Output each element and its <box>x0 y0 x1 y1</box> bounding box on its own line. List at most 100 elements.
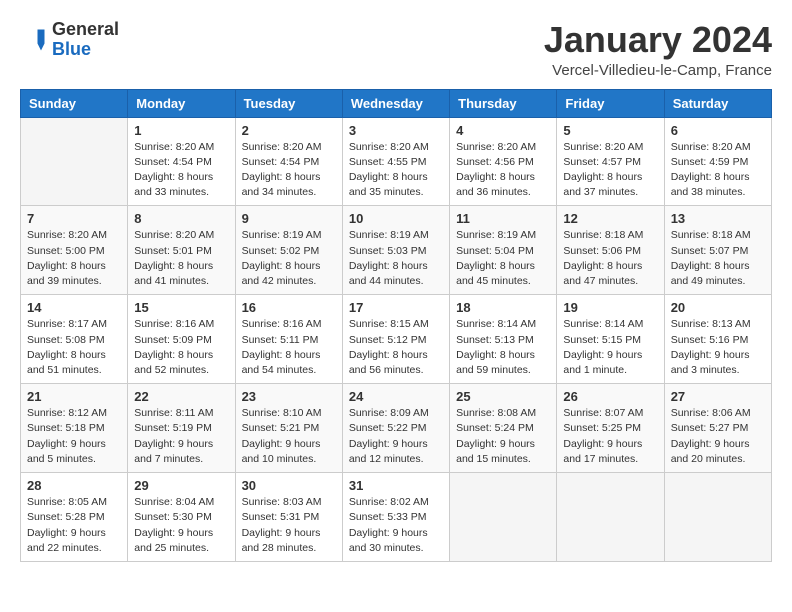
day-number: 7 <box>27 211 121 226</box>
day-detail: Sunrise: 8:20 AMSunset: 5:00 PMDaylight:… <box>27 228 121 289</box>
day-number: 10 <box>349 211 443 226</box>
day-detail: Sunrise: 8:04 AMSunset: 5:30 PMDaylight:… <box>134 495 228 556</box>
calendar-cell: 10 Sunrise: 8:19 AMSunset: 5:03 PMDayligh… <box>342 206 449 295</box>
calendar-cell: 13 Sunrise: 8:18 AMSunset: 5:07 PMDayligh… <box>664 206 771 295</box>
calendar-cell: 23 Sunrise: 8:10 AMSunset: 5:21 PMDayligh… <box>235 384 342 473</box>
calendar-header: SundayMondayTuesdayWednesdayThursdayFrid… <box>21 89 772 117</box>
day-detail: Sunrise: 8:10 AMSunset: 5:21 PMDaylight:… <box>242 406 336 467</box>
calendar-cell: 25 Sunrise: 8:08 AMSunset: 5:24 PMDayligh… <box>450 384 557 473</box>
calendar-cell: 29 Sunrise: 8:04 AMSunset: 5:30 PMDayligh… <box>128 473 235 562</box>
day-number: 3 <box>349 123 443 138</box>
day-detail: Sunrise: 8:18 AMSunset: 5:07 PMDaylight:… <box>671 228 765 289</box>
calendar-week-row: 21 Sunrise: 8:12 AMSunset: 5:18 PMDayligh… <box>21 384 772 473</box>
header-day: Monday <box>128 89 235 117</box>
calendar-cell: 19Sunrise: 8:14 AMSunset: 5:15 PMDayligh… <box>557 295 664 384</box>
day-number: 25 <box>456 389 550 404</box>
header-day: Sunday <box>21 89 128 117</box>
calendar-cell: 2 Sunrise: 8:20 AMSunset: 4:54 PMDaylight… <box>235 117 342 206</box>
day-number: 17 <box>349 300 443 315</box>
day-detail: Sunrise: 8:09 AMSunset: 5:22 PMDaylight:… <box>349 406 443 467</box>
day-number: 21 <box>27 389 121 404</box>
day-detail: Sunrise: 8:03 AMSunset: 5:31 PMDaylight:… <box>242 495 336 556</box>
logo-text: General Blue <box>52 20 119 60</box>
day-number: 9 <box>242 211 336 226</box>
header-day: Saturday <box>664 89 771 117</box>
page-header: General Blue January 2024 Vercel-Villedi… <box>20 20 772 79</box>
day-number: 12 <box>563 211 657 226</box>
month-title: January 2024 <box>544 20 772 60</box>
calendar-cell: 1 Sunrise: 8:20 AMSunset: 4:54 PMDaylight… <box>128 117 235 206</box>
day-detail: Sunrise: 8:15 AMSunset: 5:12 PMDaylight:… <box>349 317 443 378</box>
day-detail: Sunrise: 8:18 AMSunset: 5:06 PMDaylight:… <box>563 228 657 289</box>
day-detail: Sunrise: 8:19 AMSunset: 5:03 PMDaylight:… <box>349 228 443 289</box>
logo: General Blue <box>20 20 119 60</box>
header-row: SundayMondayTuesdayWednesdayThursdayFrid… <box>21 89 772 117</box>
calendar-cell: 3 Sunrise: 8:20 AMSunset: 4:55 PMDaylight… <box>342 117 449 206</box>
day-detail: Sunrise: 8:11 AMSunset: 5:19 PMDaylight:… <box>134 406 228 467</box>
calendar-cell: 26 Sunrise: 8:07 AMSunset: 5:25 PMDayligh… <box>557 384 664 473</box>
calendar-cell <box>557 473 664 562</box>
day-detail: Sunrise: 8:13 AMSunset: 5:16 PMDaylight:… <box>671 317 765 378</box>
day-number: 22 <box>134 389 228 404</box>
calendar-cell: 28Sunrise: 8:05 AMSunset: 5:28 PMDayligh… <box>21 473 128 562</box>
day-detail: Sunrise: 8:07 AMSunset: 5:25 PMDaylight:… <box>563 406 657 467</box>
day-detail: Sunrise: 8:17 AMSunset: 5:08 PMDaylight:… <box>27 317 121 378</box>
day-detail: Sunrise: 8:20 AMSunset: 4:54 PMDaylight:… <box>134 140 228 201</box>
calendar-cell: 4 Sunrise: 8:20 AMSunset: 4:56 PMDaylight… <box>450 117 557 206</box>
day-detail: Sunrise: 8:20 AMSunset: 4:56 PMDaylight:… <box>456 140 550 201</box>
day-number: 20 <box>671 300 765 315</box>
day-detail: Sunrise: 8:14 AMSunset: 5:13 PMDaylight:… <box>456 317 550 378</box>
day-detail: Sunrise: 8:16 AMSunset: 5:09 PMDaylight:… <box>134 317 228 378</box>
day-detail: Sunrise: 8:12 AMSunset: 5:18 PMDaylight:… <box>27 406 121 467</box>
calendar-week-row: 14 Sunrise: 8:17 AMSunset: 5:08 PMDayligh… <box>21 295 772 384</box>
header-day: Wednesday <box>342 89 449 117</box>
day-number: 8 <box>134 211 228 226</box>
calendar-cell <box>450 473 557 562</box>
calendar-cell: 27Sunrise: 8:06 AMSunset: 5:27 PMDayligh… <box>664 384 771 473</box>
day-number: 26 <box>563 389 657 404</box>
calendar-cell: 7 Sunrise: 8:20 AMSunset: 5:00 PMDaylight… <box>21 206 128 295</box>
day-number: 2 <box>242 123 336 138</box>
day-number: 5 <box>563 123 657 138</box>
day-number: 29 <box>134 478 228 493</box>
day-number: 24 <box>349 389 443 404</box>
logo-icon <box>20 26 48 54</box>
location: Vercel-Villedieu-le-Camp, France <box>544 62 772 79</box>
day-number: 1 <box>134 123 228 138</box>
day-number: 14 <box>27 300 121 315</box>
day-detail: Sunrise: 8:20 AMSunset: 4:54 PMDaylight:… <box>242 140 336 201</box>
calendar-cell: 12 Sunrise: 8:18 AMSunset: 5:06 PMDayligh… <box>557 206 664 295</box>
day-number: 23 <box>242 389 336 404</box>
day-detail: Sunrise: 8:02 AMSunset: 5:33 PMDaylight:… <box>349 495 443 556</box>
calendar-cell: 14 Sunrise: 8:17 AMSunset: 5:08 PMDayligh… <box>21 295 128 384</box>
calendar-cell: 16 Sunrise: 8:16 AMSunset: 5:11 PMDayligh… <box>235 295 342 384</box>
day-number: 13 <box>671 211 765 226</box>
calendar-cell: 17 Sunrise: 8:15 AMSunset: 5:12 PMDayligh… <box>342 295 449 384</box>
calendar-cell: 18 Sunrise: 8:14 AMSunset: 5:13 PMDayligh… <box>450 295 557 384</box>
day-detail: Sunrise: 8:08 AMSunset: 5:24 PMDaylight:… <box>456 406 550 467</box>
calendar-week-row: 7 Sunrise: 8:20 AMSunset: 5:00 PMDaylight… <box>21 206 772 295</box>
calendar-cell <box>664 473 771 562</box>
day-detail: Sunrise: 8:14 AMSunset: 5:15 PMDaylight:… <box>563 317 657 378</box>
calendar-cell: 8Sunrise: 8:20 AMSunset: 5:01 PMDaylight… <box>128 206 235 295</box>
day-detail: Sunrise: 8:20 AMSunset: 4:57 PMDaylight:… <box>563 140 657 201</box>
day-number: 30 <box>242 478 336 493</box>
header-day: Tuesday <box>235 89 342 117</box>
calendar-cell: 31 Sunrise: 8:02 AMSunset: 5:33 PMDayligh… <box>342 473 449 562</box>
day-number: 6 <box>671 123 765 138</box>
calendar-cell: 5 Sunrise: 8:20 AMSunset: 4:57 PMDaylight… <box>557 117 664 206</box>
day-number: 4 <box>456 123 550 138</box>
header-day: Thursday <box>450 89 557 117</box>
calendar-cell: 21 Sunrise: 8:12 AMSunset: 5:18 PMDayligh… <box>21 384 128 473</box>
day-detail: Sunrise: 8:16 AMSunset: 5:11 PMDaylight:… <box>242 317 336 378</box>
day-number: 31 <box>349 478 443 493</box>
calendar-cell: 11Sunrise: 8:19 AMSunset: 5:04 PMDayligh… <box>450 206 557 295</box>
day-detail: Sunrise: 8:20 AMSunset: 4:55 PMDaylight:… <box>349 140 443 201</box>
day-number: 18 <box>456 300 550 315</box>
day-detail: Sunrise: 8:06 AMSunset: 5:27 PMDaylight:… <box>671 406 765 467</box>
calendar-cell: 30 Sunrise: 8:03 AMSunset: 5:31 PMDayligh… <box>235 473 342 562</box>
calendar-cell <box>21 117 128 206</box>
day-number: 16 <box>242 300 336 315</box>
day-detail: Sunrise: 8:19 AMSunset: 5:02 PMDaylight:… <box>242 228 336 289</box>
title-block: January 2024 Vercel-Villedieu-le-Camp, F… <box>544 20 772 79</box>
